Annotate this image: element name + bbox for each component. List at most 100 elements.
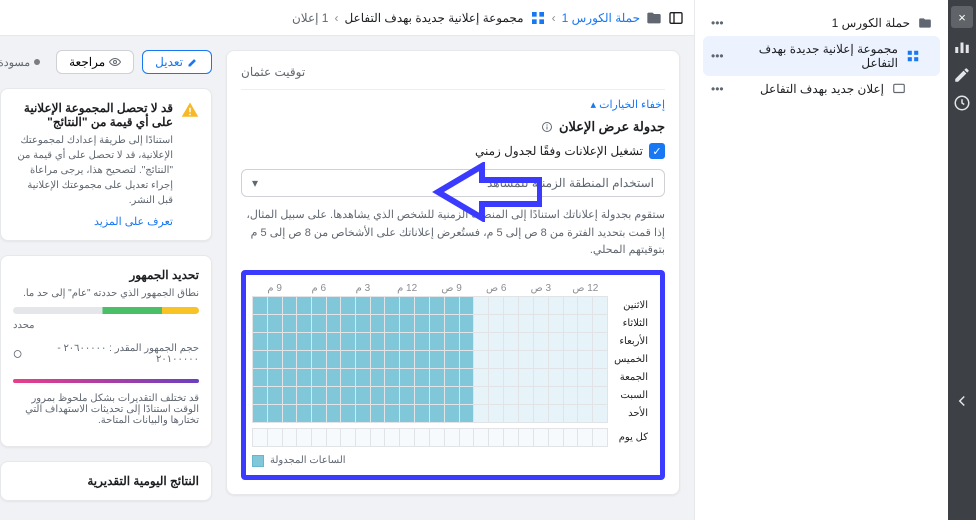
schedule-cell[interactable]: [297, 428, 312, 446]
schedule-cell[interactable]: [474, 314, 489, 332]
schedule-cell[interactable]: [400, 386, 415, 404]
schedule-cell[interactable]: [370, 350, 385, 368]
schedule-cell[interactable]: [385, 314, 400, 332]
schedule-cell[interactable]: [459, 314, 474, 332]
schedule-cell[interactable]: [459, 332, 474, 350]
schedule-cell[interactable]: [519, 314, 534, 332]
schedule-cell[interactable]: [297, 368, 312, 386]
schedule-cell[interactable]: [253, 314, 268, 332]
schedule-cell[interactable]: [519, 332, 534, 350]
schedule-cell[interactable]: [563, 386, 578, 404]
schedule-cell[interactable]: [356, 332, 371, 350]
schedule-cell[interactable]: [533, 428, 548, 446]
schedule-cell[interactable]: [385, 368, 400, 386]
schedule-cell[interactable]: [459, 404, 474, 422]
schedule-cell[interactable]: [533, 386, 548, 404]
schedule-cell[interactable]: [459, 350, 474, 368]
schedule-cell[interactable]: [415, 296, 430, 314]
schedule-cell[interactable]: [563, 368, 578, 386]
schedule-cell[interactable]: [548, 332, 563, 350]
chevron-icon[interactable]: [953, 392, 971, 410]
schedule-cell[interactable]: [370, 386, 385, 404]
schedule-cell[interactable]: [593, 296, 608, 314]
schedule-cell[interactable]: [548, 386, 563, 404]
schedule-cell[interactable]: [578, 296, 593, 314]
schedule-cell[interactable]: [326, 314, 341, 332]
schedule-cell[interactable]: [504, 404, 519, 422]
schedule-cell[interactable]: [429, 368, 444, 386]
schedule-cell[interactable]: [341, 386, 356, 404]
schedule-cell[interactable]: [356, 314, 371, 332]
schedule-cell[interactable]: [370, 332, 385, 350]
schedule-cell[interactable]: [370, 296, 385, 314]
schedule-cell[interactable]: [474, 404, 489, 422]
schedule-grid[interactable]: 12 ص3 ص6 ص9 ص12 م3 م6 م9 م الاثنينالثلاث…: [252, 281, 654, 447]
schedule-cell[interactable]: [593, 332, 608, 350]
schedule-cell[interactable]: [429, 332, 444, 350]
learn-more-link[interactable]: تعرف على المزيد: [94, 216, 173, 228]
schedule-cell[interactable]: [370, 368, 385, 386]
schedule-cell[interactable]: [282, 350, 297, 368]
schedule-cell[interactable]: [548, 404, 563, 422]
schedule-cell[interactable]: [385, 332, 400, 350]
schedule-cell[interactable]: [253, 386, 268, 404]
info-icon[interactable]: [13, 349, 22, 359]
schedule-cell[interactable]: [312, 386, 327, 404]
schedule-cell[interactable]: [415, 314, 430, 332]
panel-toggle-icon[interactable]: [668, 10, 684, 26]
schedule-cell[interactable]: [370, 428, 385, 446]
schedule-cell[interactable]: [504, 350, 519, 368]
schedule-cell[interactable]: [563, 404, 578, 422]
schedule-cell[interactable]: [267, 404, 282, 422]
schedule-cell[interactable]: [312, 368, 327, 386]
schedule-cell[interactable]: [429, 386, 444, 404]
tree-adset[interactable]: مجموعة إعلانية جديدة بهدف التفاعل •••: [703, 36, 940, 76]
schedule-cell[interactable]: [474, 296, 489, 314]
close-button[interactable]: ×: [951, 6, 973, 28]
schedule-cell[interactable]: [326, 350, 341, 368]
schedule-cell[interactable]: [474, 350, 489, 368]
schedule-cell[interactable]: [297, 350, 312, 368]
schedule-cell[interactable]: [444, 368, 459, 386]
schedule-cell[interactable]: [519, 368, 534, 386]
schedule-cell[interactable]: [459, 296, 474, 314]
schedule-cell[interactable]: [267, 296, 282, 314]
schedule-cell[interactable]: [548, 350, 563, 368]
schedule-cell[interactable]: [474, 386, 489, 404]
schedule-cell[interactable]: [341, 368, 356, 386]
schedule-cell[interactable]: [444, 296, 459, 314]
schedule-cell[interactable]: [548, 428, 563, 446]
schedule-cell[interactable]: [312, 296, 327, 314]
schedule-cell[interactable]: [578, 404, 593, 422]
schedule-cell[interactable]: [267, 368, 282, 386]
schedule-cell[interactable]: [429, 350, 444, 368]
schedule-cell[interactable]: [282, 314, 297, 332]
tree-campaign-more[interactable]: •••: [711, 16, 724, 30]
schedule-cell[interactable]: [489, 332, 504, 350]
schedule-cell[interactable]: [578, 428, 593, 446]
schedule-cell[interactable]: [385, 296, 400, 314]
schedule-checkbox[interactable]: ✓: [649, 143, 665, 159]
schedule-cell[interactable]: [444, 386, 459, 404]
schedule-cell[interactable]: [519, 404, 534, 422]
schedule-cell[interactable]: [504, 368, 519, 386]
schedule-cell[interactable]: [385, 350, 400, 368]
schedule-cell[interactable]: [326, 428, 341, 446]
schedule-cell[interactable]: [474, 332, 489, 350]
schedule-cell[interactable]: [429, 296, 444, 314]
schedule-cell[interactable]: [385, 386, 400, 404]
schedule-cell[interactable]: [400, 368, 415, 386]
schedule-cell[interactable]: [578, 332, 593, 350]
schedule-cell[interactable]: [504, 386, 519, 404]
schedule-cell[interactable]: [429, 314, 444, 332]
schedule-cell[interactable]: [593, 368, 608, 386]
schedule-cell[interactable]: [253, 350, 268, 368]
schedule-cell[interactable]: [578, 386, 593, 404]
crumb-adcount[interactable]: 1 إعلان: [292, 11, 329, 25]
schedule-cell[interactable]: [504, 332, 519, 350]
schedule-cell[interactable]: [341, 296, 356, 314]
schedule-cell[interactable]: [444, 332, 459, 350]
schedule-cell[interactable]: [415, 428, 430, 446]
schedule-cell[interactable]: [429, 404, 444, 422]
schedule-cell[interactable]: [282, 332, 297, 350]
